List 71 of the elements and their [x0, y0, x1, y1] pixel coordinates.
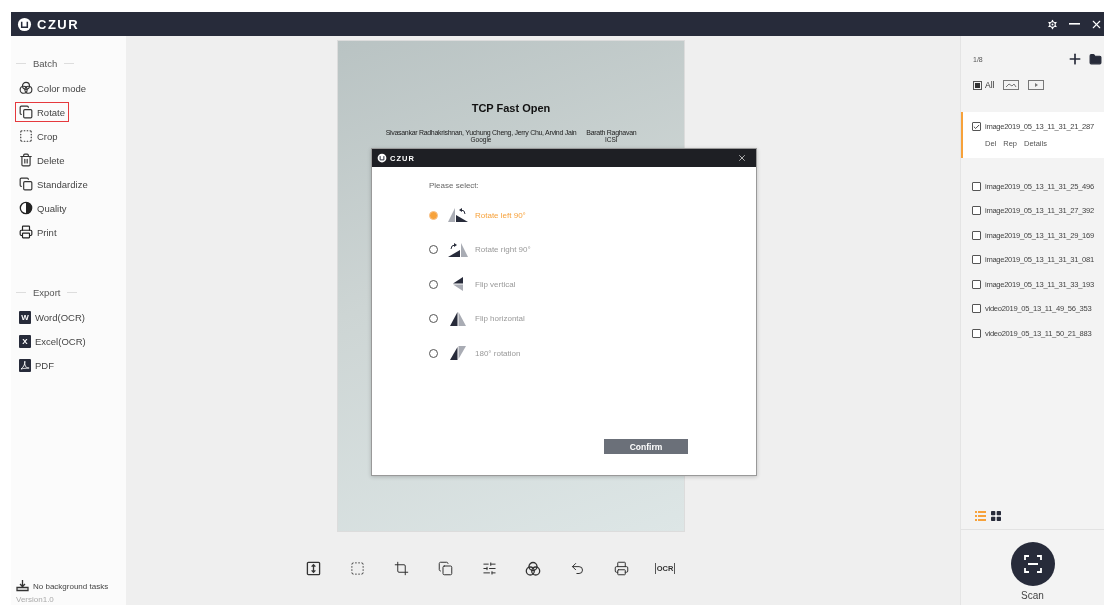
- contrast-icon: [19, 201, 33, 215]
- rotate-icon: [437, 561, 453, 576]
- section-heading: Batch: [16, 53, 126, 73]
- close-icon: [737, 153, 747, 163]
- checkbox[interactable]: [972, 230, 981, 240]
- scan-icon: [1022, 554, 1043, 574]
- fit-height-icon: [305, 561, 321, 576]
- add-button[interactable]: [1067, 51, 1083, 67]
- video-filter-icon[interactable]: [1028, 80, 1045, 90]
- rotate-180-icon: [450, 345, 466, 361]
- document-icon: W: [19, 310, 31, 324]
- logo-icon: [17, 16, 32, 32]
- circles-icon: [19, 81, 33, 95]
- sidebar-item[interactable]: Standardize: [15, 174, 92, 194]
- sidebar-item[interactable]: Rotate: [15, 102, 69, 122]
- undo-icon: [569, 561, 585, 576]
- flip-vertical-icon: [453, 276, 463, 292]
- rotate-right-icon: [447, 241, 469, 258]
- checkbox[interactable]: [972, 206, 981, 216]
- logo-icon: [377, 153, 387, 163]
- checkbox[interactable]: [972, 122, 981, 131]
- document-icon: X: [19, 334, 31, 348]
- sidebar-item[interactable]: Color mode: [15, 78, 91, 98]
- selection-icon: [349, 561, 365, 576]
- sidebar-item[interactable]: Crop: [15, 126, 62, 146]
- checkbox[interactable]: [972, 255, 981, 265]
- scan-label: Scan: [1021, 590, 1044, 601]
- view-toggle[interactable]: [991, 511, 1001, 521]
- sliders-icon: [481, 561, 497, 576]
- version-text: Version1.0: [16, 595, 55, 604]
- confirm-button[interactable]: Confirm: [604, 439, 688, 454]
- radio-button[interactable]: [429, 279, 438, 289]
- radio-button[interactable]: [429, 245, 438, 254]
- crop-icon: [19, 129, 33, 143]
- sidebar-item[interactable]: Quality: [15, 198, 71, 218]
- crop-icon: [393, 561, 409, 576]
- section-heading: Export: [16, 282, 126, 302]
- sidebar-item[interactable]: X Excel(OCR): [15, 331, 90, 351]
- sidebar-item[interactable]: W Word(OCR): [15, 307, 89, 327]
- circles-icon: [525, 560, 541, 577]
- dialog-prompt: Please select:: [429, 181, 480, 190]
- delete-icon: [19, 153, 33, 167]
- scan-button[interactable]: [1010, 542, 1055, 586]
- print-icon: [613, 561, 629, 576]
- checkbox[interactable]: [972, 181, 981, 191]
- view-toggle[interactable]: [975, 511, 986, 521]
- image-filter-icon[interactable]: [1003, 80, 1020, 90]
- print-icon: [19, 225, 33, 239]
- app-logo: CZUR: [17, 16, 80, 32]
- folder-button[interactable]: [1089, 52, 1102, 66]
- settings-icon: [1045, 17, 1059, 31]
- radio-button[interactable]: [429, 314, 438, 323]
- flip-horizontal-icon: [450, 310, 466, 327]
- grid-view-icon: [991, 511, 1001, 521]
- checkbox[interactable]: [972, 279, 981, 289]
- pages-icon: [19, 177, 33, 191]
- sidebar-item[interactable]: Print: [15, 222, 61, 242]
- rotate-left-icon: [447, 207, 469, 223]
- checkbox[interactable]: [972, 304, 981, 314]
- checkbox[interactable]: [972, 328, 981, 338]
- rotate-icon: [19, 105, 33, 119]
- download-tray-icon: [16, 580, 29, 592]
- minimize-icon: [1068, 23, 1080, 25]
- list-view-icon: [975, 511, 986, 521]
- status-text: No background tasks: [33, 581, 109, 591]
- sidebar-item[interactable]: Delete: [15, 150, 69, 170]
- pdf-icon: [19, 358, 31, 372]
- document-title: TCP Fast Open: [471, 102, 551, 114]
- sidebar-item[interactable]: PDF: [15, 355, 58, 375]
- radio-button[interactable]: [429, 348, 438, 358]
- all-filter[interactable]: All: [973, 80, 995, 90]
